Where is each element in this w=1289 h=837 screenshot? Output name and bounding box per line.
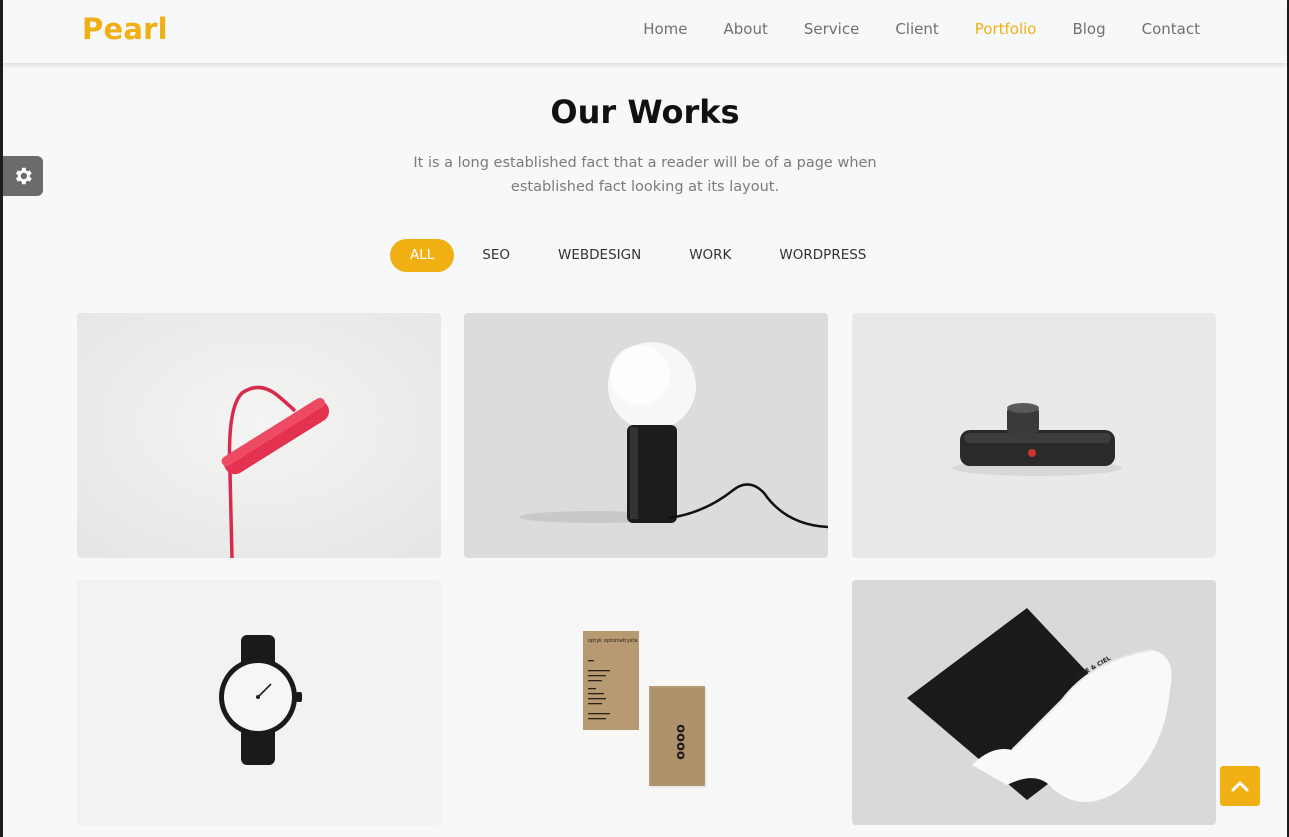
main-nav: Home About Service Client Portfolio Blog…: [607, 20, 1200, 38]
subtitle-line-2: established fact looking at its layout.: [510, 179, 780, 195]
section-title-bold: Works: [627, 93, 740, 131]
portfolio-item-business-cards[interactable]: optyk optometrysta oooo: [464, 580, 828, 825]
nav-about[interactable]: About: [724, 20, 768, 38]
section-title-light: Our: [550, 93, 617, 131]
nav-portfolio[interactable]: Portfolio: [975, 20, 1037, 38]
section-title: Our Works: [3, 93, 1287, 131]
brand-logo[interactable]: Pearl: [82, 12, 168, 46]
red-desk-lamp-image: [77, 313, 441, 558]
filter-webdesign[interactable]: WEBDESIGN: [538, 239, 661, 272]
navbar: Pearl Home About Service Client Portfoli…: [3, 0, 1287, 63]
subtitle-line-1: It is a long established fact that a rea…: [413, 155, 877, 171]
globe-table-lamp-image: [464, 313, 828, 558]
filter-all[interactable]: ALL: [390, 239, 455, 272]
filter-wordpress[interactable]: WORDPRESS: [759, 239, 886, 272]
business-cards-image: optyk optometrysta oooo: [464, 580, 828, 825]
nav-client[interactable]: Client: [895, 20, 938, 38]
portfolio-filters: ALL SEO WEBDESIGN WORK WORDPRESS: [390, 239, 894, 272]
wrist-watch-image: [77, 580, 441, 825]
filter-work[interactable]: WORK: [669, 239, 751, 272]
nav-blog[interactable]: Blog: [1072, 20, 1105, 38]
portfolio-item-watch[interactable]: [77, 580, 441, 825]
section-subtitle: It is a long established fact that a rea…: [3, 151, 1287, 199]
back-to-top-button[interactable]: [1220, 766, 1260, 806]
logo-text: oooo: [673, 724, 688, 760]
nav-service[interactable]: Service: [804, 20, 859, 38]
portfolio-item-red-lamp[interactable]: [77, 313, 441, 558]
envelope-stationery-image: COTE & CIEL: [852, 580, 1216, 825]
nav-contact[interactable]: Contact: [1142, 20, 1200, 38]
chevron-up-icon: [1231, 781, 1249, 792]
instant-camera-image: [852, 313, 1216, 558]
portfolio-item-camera[interactable]: [852, 313, 1216, 558]
portfolio-item-globe-lamp[interactable]: [464, 313, 828, 558]
card-text: optyk optometrysta: [588, 638, 637, 644]
portfolio-item-stationery[interactable]: COTE & CIEL: [852, 580, 1216, 825]
filter-seo[interactable]: SEO: [462, 239, 530, 272]
nav-home[interactable]: Home: [643, 20, 687, 38]
